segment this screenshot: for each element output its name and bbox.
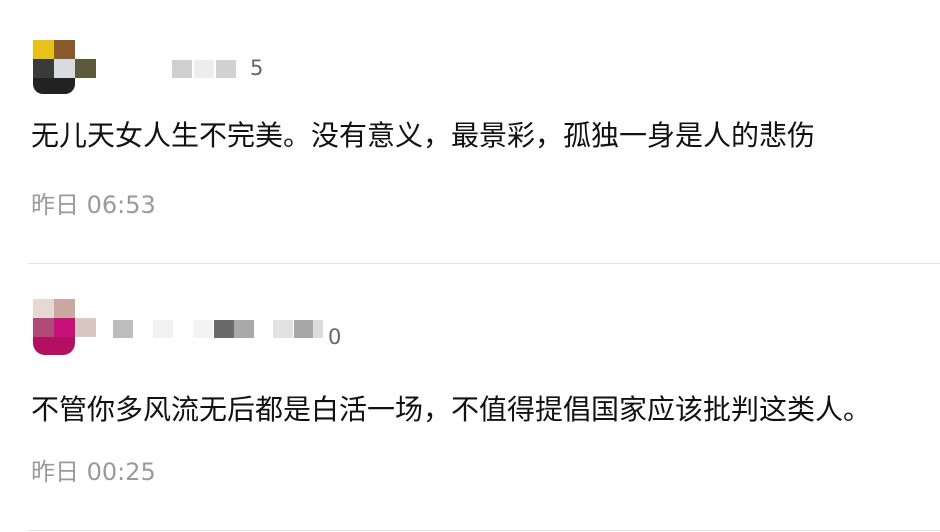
redacted-block bbox=[273, 320, 293, 338]
user-level: 0 bbox=[328, 325, 342, 349]
redacted-block bbox=[234, 320, 254, 338]
redacted-block bbox=[214, 320, 234, 338]
redacted-block bbox=[193, 320, 213, 338]
redacted-block bbox=[113, 320, 133, 338]
comment-text: 无儿天女人生不完美。没有意义，最景彩，孤独一身是人的悲伤 bbox=[31, 119, 816, 152]
avatar-pixel bbox=[54, 40, 75, 59]
comment-time: 昨日 06:53 bbox=[31, 191, 156, 219]
avatar-pixel bbox=[75, 59, 96, 78]
redacted-block bbox=[153, 320, 173, 338]
redacted-block bbox=[194, 60, 214, 78]
avatar-pixel bbox=[33, 78, 75, 94]
comment-item[interactable]: 0 不管你多风流无后都是白活一场，不值得提倡国家应该批判这类人。 昨日 00:2… bbox=[0, 264, 940, 532]
redacted-block bbox=[294, 320, 314, 338]
avatar[interactable] bbox=[33, 40, 96, 96]
redacted-block bbox=[172, 60, 192, 78]
avatar-pixel bbox=[33, 318, 54, 337]
avatar-pixel bbox=[75, 318, 96, 337]
avatar-pixel bbox=[54, 299, 75, 318]
redacted-block bbox=[313, 320, 323, 338]
divider bbox=[28, 530, 940, 531]
user-level: 5 bbox=[250, 56, 264, 80]
redacted-block bbox=[216, 60, 236, 78]
avatar-pixel bbox=[54, 59, 75, 78]
avatar-pixel bbox=[33, 59, 54, 78]
avatar-pixel bbox=[33, 40, 54, 59]
comment-text: 不管你多风流无后都是白活一场，不值得提倡国家应该批判这类人。 bbox=[31, 393, 872, 426]
avatar[interactable] bbox=[33, 299, 96, 355]
avatar-pixel bbox=[33, 299, 54, 318]
avatar-pixel bbox=[54, 318, 75, 337]
comment-item[interactable]: 5 无儿天女人生不完美。没有意义，最景彩，孤独一身是人的悲伤 昨日 06:53 bbox=[0, 0, 940, 264]
avatar-pixel bbox=[33, 337, 75, 355]
comment-time: 昨日 00:25 bbox=[31, 458, 156, 486]
